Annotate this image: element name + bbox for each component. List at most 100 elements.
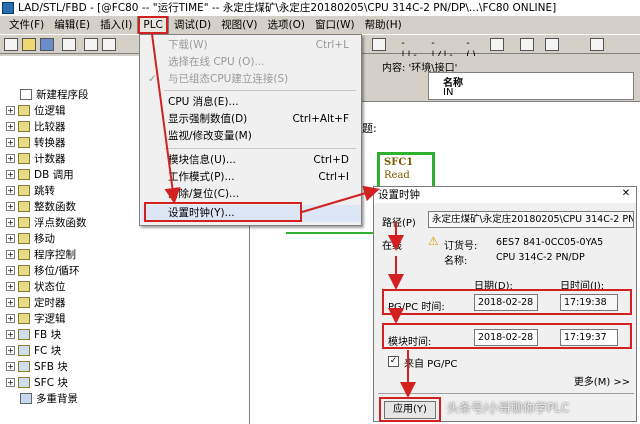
tree-item-integer-func[interactable]: + 整数函数 (6, 198, 76, 214)
expand-icon[interactable]: + (6, 361, 15, 371)
menu-help[interactable]: 帮助(H) (360, 17, 407, 33)
expand-icon[interactable]: + (6, 105, 15, 115)
expand-icon[interactable]: + (6, 265, 15, 275)
menu-item-cpu-messages[interactable]: CPU 消息(E)... (142, 94, 361, 111)
menu-item-download[interactable]: 下载(W) Ctrl+L (142, 37, 361, 54)
menu-item-connect-configured-cpu[interactable]: ✓ 与已组态CPU建立连接(S) (142, 71, 361, 88)
menu-edit[interactable]: 编辑(E) (49, 17, 95, 33)
tree-item-fc-blocks[interactable]: + FC 块 (6, 342, 61, 358)
from-pgpc-label: 来自 PG/PC (404, 359, 458, 370)
print-icon[interactable] (62, 38, 76, 51)
multi-instance-icon (20, 392, 32, 404)
tree-item-db-call[interactable]: + DB 调用 (6, 166, 74, 182)
monitor-icon[interactable] (372, 38, 386, 51)
branch-close-icon[interactable] (545, 38, 559, 51)
expand-icon[interactable]: + (6, 121, 15, 131)
box-icon[interactable] (490, 38, 504, 51)
expand-icon[interactable]: + (6, 377, 15, 387)
tree-item-sfc-blocks[interactable]: + SFC 块 (6, 374, 68, 390)
tree-item-float-func[interactable]: + 浮点数函数 (6, 214, 87, 230)
folder-icon (18, 216, 30, 228)
contact-nc-icon[interactable]: -|/|- (430, 38, 454, 61)
window-title: LAD/STL/FBD - [@FC80 -- "运行TIME" -- 永定庄煤… (18, 2, 557, 14)
new-icon[interactable] (4, 38, 18, 51)
watermark-text: 头条号/小哥聊你学PLC (447, 401, 570, 415)
rung-line (286, 232, 378, 234)
tree-item-status-bits[interactable]: + 状态位 (6, 278, 66, 294)
expand-icon[interactable]: + (6, 233, 15, 243)
pgpc-time-highlight (382, 289, 632, 315)
online-label: 在线 (382, 241, 402, 252)
copy-icon[interactable] (102, 38, 116, 51)
cut-icon[interactable] (84, 38, 98, 51)
menu-file[interactable]: 文件(F) (4, 17, 49, 33)
folder-icon (18, 232, 30, 244)
menu-options[interactable]: 选项(O) (263, 17, 310, 33)
expand-icon[interactable]: + (6, 201, 15, 211)
menu-item-operating-mode[interactable]: 工作模式(P)... Ctrl+I (142, 169, 361, 186)
tree-item-word-logic[interactable]: + 字逻辑 (6, 310, 66, 326)
expand-icon[interactable]: + (6, 281, 15, 291)
menu-view[interactable]: 视图(V) (216, 17, 262, 33)
module-name-value: CPU 314C-2 PN/DP (496, 252, 585, 263)
help-icon[interactable] (590, 38, 604, 51)
menu-window[interactable]: 窗口(W) (310, 17, 360, 33)
expand-icon[interactable]: + (6, 329, 15, 339)
branch-open-icon[interactable] (520, 38, 534, 51)
tree-item-sfb-blocks[interactable]: + SFB 块 (6, 358, 68, 374)
menu-separator (164, 148, 356, 149)
tree-item-program-control[interactable]: + 程序控制 (6, 246, 76, 262)
expand-icon[interactable]: + (6, 137, 15, 147)
tree-item-jump[interactable]: + 跳转 (6, 182, 55, 198)
interface-row-in[interactable]: IN (443, 87, 453, 98)
more-button[interactable]: 更多(M) >> (570, 375, 634, 393)
folder-icon (18, 312, 30, 324)
tree-item-counter[interactable]: + 计数器 (6, 150, 66, 166)
coil-icon[interactable]: -() (465, 38, 479, 61)
tree-item-new-network[interactable]: 新建程序段 (20, 86, 89, 102)
expand-icon[interactable]: + (6, 153, 15, 163)
expand-icon[interactable]: + (6, 345, 15, 355)
tree-item-comparator[interactable]: + 比较器 (6, 118, 66, 134)
expand-icon[interactable]: + (6, 217, 15, 227)
tree-item-bit-logic[interactable]: + 位逻辑 (6, 102, 66, 118)
tree-item-converter[interactable]: + 转换器 (6, 134, 66, 150)
order-number-label: 订货号: (444, 241, 478, 252)
block-title-label: 题: (362, 122, 377, 135)
dialog-title-bar: 设置时钟 ✕ (374, 187, 636, 203)
close-icon[interactable]: ✕ (619, 188, 633, 201)
tree-item-multi-instance[interactable]: 多重背景 (20, 390, 78, 406)
menu-insert[interactable]: 插入(I) (95, 17, 137, 33)
menu-item-select-online-cpu[interactable]: 选择在线 CPU (O)... (142, 54, 361, 71)
tree-item-shift-rotate[interactable]: + 移位/循环 (6, 262, 80, 278)
expand-icon[interactable]: + (6, 313, 15, 323)
from-pgpc-checkbox[interactable]: ✓ (388, 356, 399, 367)
folder-icon (18, 104, 30, 116)
set-clock-dialog: 设置时钟 ✕ 路径(P) 永定庄煤矿\永定庄20180205\CPU 314C-… (373, 186, 637, 422)
menu-item-display-force-values[interactable]: 显示强制数值(D) Ctrl+Alt+F (142, 111, 361, 128)
tree-item-fb-blocks[interactable]: + FB 块 (6, 326, 61, 342)
contact-no-icon[interactable]: -||- (400, 38, 418, 61)
folder-icon (18, 376, 30, 388)
folder-icon (18, 184, 30, 196)
expand-icon[interactable]: + (6, 297, 15, 307)
menu-item-clear-reset[interactable]: 清除/复位(C)... (142, 186, 361, 203)
path-field[interactable]: 永定庄煤矿\永定庄20180205\CPU 314C-2 PN/D (428, 211, 634, 228)
folder-icon (18, 136, 30, 148)
expand-icon[interactable]: + (6, 169, 15, 179)
menu-item-module-info[interactable]: 模块信息(U)... Ctrl+D (142, 152, 361, 169)
menu-item-monitor-modify-vars[interactable]: 监视/修改变量(M) (142, 128, 361, 145)
expand-icon[interactable]: + (6, 249, 15, 259)
tree-item-timers[interactable]: + 定时器 (6, 294, 66, 310)
save-icon[interactable] (40, 38, 54, 51)
tree-item-move[interactable]: + 移动 (6, 230, 55, 246)
menu-debug[interactable]: 调试(D) (169, 17, 216, 33)
path-label: 路径(P) (382, 218, 416, 229)
module-time-highlight (382, 323, 632, 349)
folder-icon (18, 328, 30, 340)
open-icon[interactable] (22, 38, 36, 51)
expand-icon[interactable]: + (6, 185, 15, 195)
folder-icon (18, 360, 30, 372)
window-title-bar: LAD/STL/FBD - [@FC80 -- "运行TIME" -- 永定庄煤… (0, 0, 640, 16)
sfc-block-name: SFC1 (384, 157, 414, 168)
